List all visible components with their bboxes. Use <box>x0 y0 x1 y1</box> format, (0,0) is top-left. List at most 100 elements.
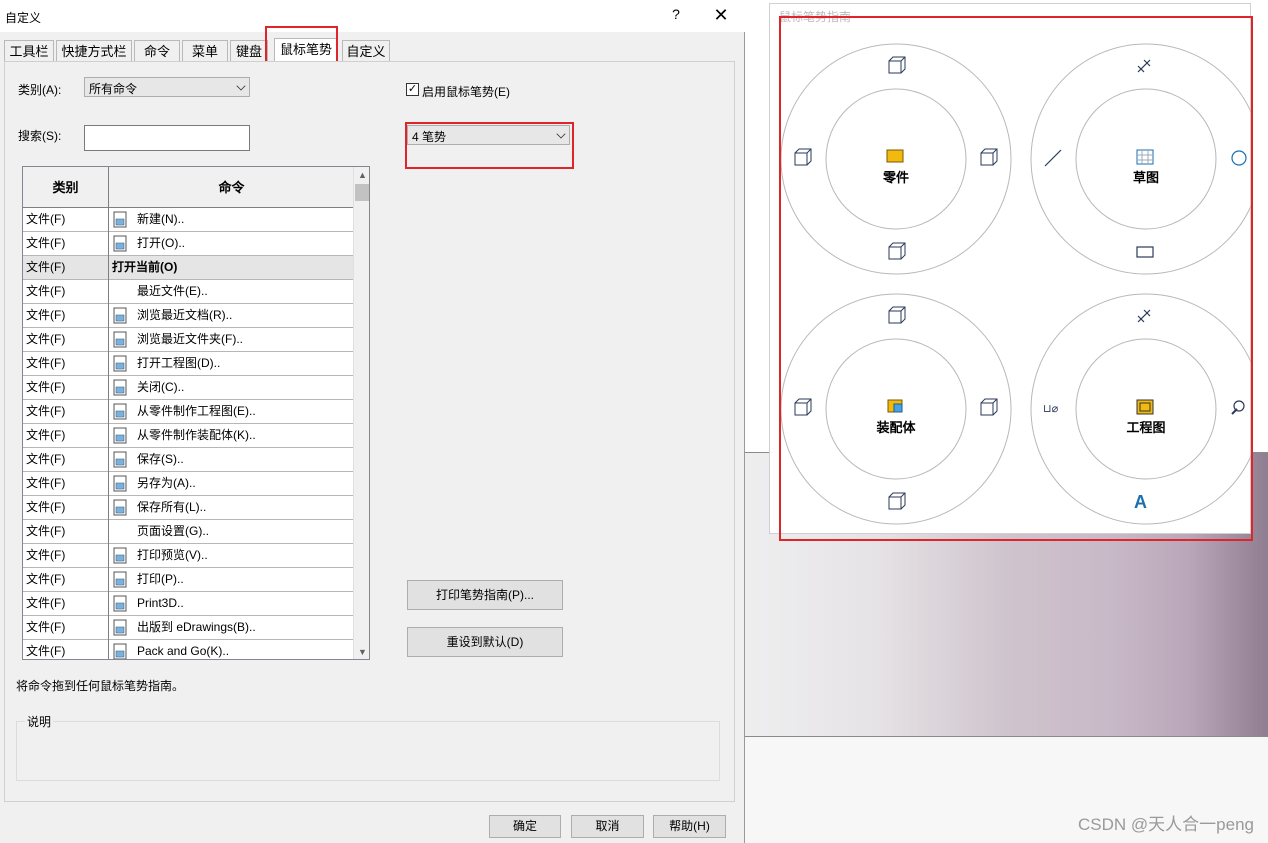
row-category: 文件(F) <box>23 592 109 616</box>
row-category: 文件(F) <box>23 472 109 496</box>
print-icon <box>111 571 129 589</box>
row-category: 文件(F) <box>23 568 109 592</box>
row-category: 文件(F) <box>23 208 109 232</box>
drag-hint: 将命令拖到任何鼠标笔势指南。 <box>16 679 185 693</box>
row-category: 文件(F) <box>23 616 109 640</box>
category-combo[interactable]: 所有命令 <box>84 77 250 97</box>
title-bar: 自定义 ? ✕ <box>0 0 745 32</box>
make-assembly-icon <box>111 427 129 445</box>
table-row[interactable]: 文件(F) Print3D.. <box>23 592 353 616</box>
row-command: Pack and Go(K).. <box>137 644 230 658</box>
row-category: 文件(F) <box>23 280 109 304</box>
search-label: 搜索(S): <box>18 129 62 143</box>
make-drawing-icon <box>111 403 129 421</box>
row-command: 打开当前(O) <box>112 260 178 274</box>
row-command: 最近文件(E).. <box>137 284 208 298</box>
row-category: 文件(F) <box>23 352 109 376</box>
watermark: CSDN @天人合一peng <box>1078 815 1254 834</box>
reset-defaults-button[interactable]: 重设到默认(D) <box>407 627 563 657</box>
row-command: 保存(S).. <box>137 452 184 466</box>
row-category: 文件(F) <box>23 376 109 400</box>
row-category: 文件(F) <box>23 400 109 424</box>
tab-toolbars[interactable]: 工具栏 <box>4 40 54 62</box>
table-row[interactable]: 文件(F) 页面设置(G).. <box>23 520 353 544</box>
row-command: Print3D.. <box>137 596 184 610</box>
row-category: 文件(F) <box>23 544 109 568</box>
pack-and-go-icon <box>111 643 129 659</box>
table-row[interactable]: 文件(F) 最近文件(E).. <box>23 280 353 304</box>
close-icon[interactable]: ✕ <box>706 4 736 28</box>
table-row[interactable]: 文件(F) 另存为(A).. <box>23 472 353 496</box>
highlight-gesture-count <box>405 122 574 169</box>
table-row[interactable]: 文件(F) 出版到 eDrawings(B).. <box>23 616 353 640</box>
table-row[interactable]: 文件(F) 浏览最近文件夹(F).. <box>23 328 353 352</box>
scroll-down-icon[interactable]: ▼ <box>354 644 369 659</box>
table-row[interactable]: 文件(F) 打印(P).. <box>23 568 353 592</box>
table-row[interactable]: 文件(F) 从零件制作装配体(K).. <box>23 424 353 448</box>
dialog-title: 自定义 <box>5 11 42 25</box>
table-row[interactable]: 文件(F) 从零件制作工程图(E).. <box>23 400 353 424</box>
row-command: 新建(N).. <box>137 212 185 226</box>
row-command: 打印预览(V).. <box>137 548 208 562</box>
cancel-button[interactable]: 取消 <box>571 815 644 838</box>
table-row[interactable]: 文件(F) 打开(O).. <box>23 232 353 256</box>
row-category: 文件(F) <box>23 520 109 544</box>
table-row[interactable]: 文件(F) 保存(S).. <box>23 448 353 472</box>
row-command: 打开工程图(D).. <box>137 356 221 370</box>
category-label: 类别(A): <box>18 83 62 97</box>
ok-button[interactable]: 确定 <box>489 815 561 838</box>
close-doc-icon <box>111 379 129 397</box>
row-category: 文件(F) <box>23 256 109 280</box>
row-command: 打开(O).. <box>137 236 185 250</box>
table-row[interactable]: 文件(F) 关闭(C).. <box>23 376 353 400</box>
chevron-down-icon <box>236 81 246 91</box>
description-label: 说明 <box>25 713 54 730</box>
edrawings-icon <box>111 619 129 637</box>
scroll-thumb[interactable] <box>355 184 369 201</box>
open-drawing-icon <box>111 355 129 373</box>
tab-shortcut-bars[interactable]: 快捷方式栏 <box>56 40 132 62</box>
row-category: 文件(F) <box>23 328 109 352</box>
tab-keyboard[interactable]: 键盘 <box>230 40 268 62</box>
category-value: 所有命令 <box>89 82 138 96</box>
header-command[interactable]: 命令 <box>110 167 353 208</box>
table-row[interactable]: 文件(F) 打开当前(O) <box>23 256 353 280</box>
print-guide-button[interactable]: 打印笔势指南(P)... <box>407 580 563 610</box>
row-command: 从零件制作装配体(K).. <box>137 428 256 442</box>
recent-docs-icon <box>111 307 129 325</box>
save-icon <box>111 451 129 469</box>
row-category: 文件(F) <box>23 304 109 328</box>
table-row[interactable]: 文件(F) 打印预览(V).. <box>23 544 353 568</box>
table-rows: 文件(F) 新建(N).. 文件(F) 打开(O).. 文件(F) 打开当前(O) 文件(F… <box>23 208 353 659</box>
highlight-gesture-guide <box>779 16 1253 541</box>
help-button[interactable]: 帮助(H) <box>653 815 726 838</box>
enable-gestures-checkbox[interactable]: ✓ <box>406 83 419 96</box>
table-row[interactable]: 文件(F) Pack and Go(K).. <box>23 640 353 659</box>
save-all-icon <box>111 499 129 517</box>
row-category: 文件(F) <box>23 232 109 256</box>
new-doc-icon <box>111 211 129 229</box>
tab-menus[interactable]: 菜单 <box>182 40 228 62</box>
table-row[interactable]: 文件(F) 保存所有(L).. <box>23 496 353 520</box>
row-category: 文件(F) <box>23 424 109 448</box>
tab-commands[interactable]: 命令 <box>134 40 180 62</box>
header-category[interactable]: 类别 <box>23 167 109 208</box>
row-command: 浏览最近文档(R).. <box>137 308 233 322</box>
row-command: 保存所有(L).. <box>137 500 207 514</box>
search-input[interactable] <box>84 125 250 151</box>
table-row[interactable]: 文件(F) 打开工程图(D).. <box>23 352 353 376</box>
scroll-up-icon[interactable]: ▲ <box>354 167 369 184</box>
table-scrollbar[interactable]: ▲ ▼ <box>353 167 369 659</box>
row-command: 从零件制作工程图(E).. <box>137 404 256 418</box>
table-row[interactable]: 文件(F) 浏览最近文档(R).. <box>23 304 353 328</box>
help-title-button[interactable]: ? <box>664 6 688 26</box>
row-command: 页面设置(G).. <box>137 524 209 538</box>
row-command: 浏览最近文件夹(F).. <box>137 332 243 346</box>
commands-table: 类别 命令 文件(F) 新建(N).. 文件(F) 打开(O).. 文件(F) 打开当前(… <box>22 166 370 660</box>
row-category: 文件(F) <box>23 448 109 472</box>
save-as-icon <box>111 475 129 493</box>
table-row[interactable]: 文件(F) 新建(N).. <box>23 208 353 232</box>
tab-customization[interactable]: 自定义 <box>342 40 390 62</box>
row-command: 关闭(C).. <box>137 380 185 394</box>
row-command: 另存为(A).. <box>137 476 196 490</box>
